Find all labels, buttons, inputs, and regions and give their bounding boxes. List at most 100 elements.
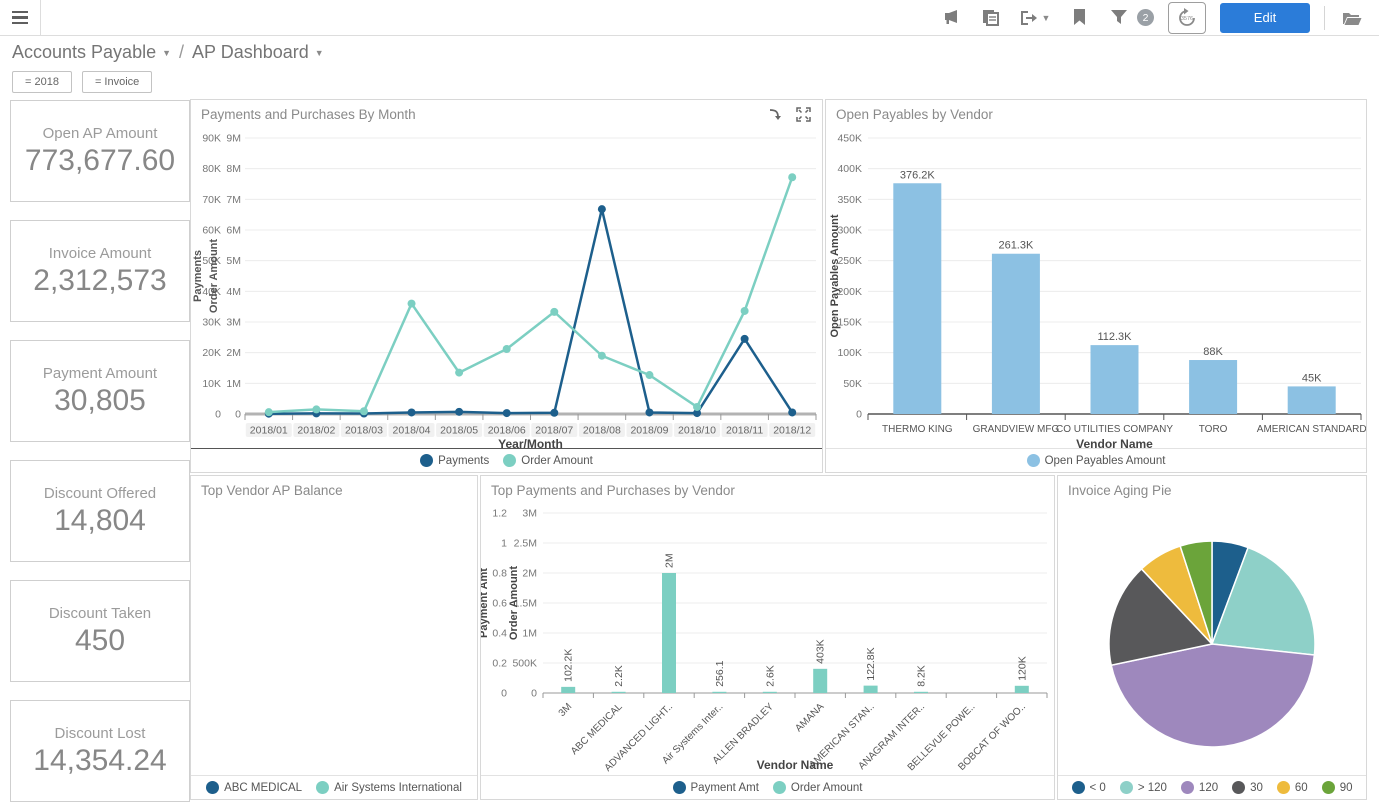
top-vendor-balance-chart[interactable] [191,504,477,775]
panel-top-vendor-balance: Top Vendor AP Balance ABC MEDICAL Air Sys… [190,475,478,800]
hamburger-menu-button[interactable] [0,0,41,35]
bookmark-icon[interactable] [1066,5,1092,31]
top-payments-vendor-chart[interactable]: 000.2500K0.41M0.61.5M0.82M12.5M1.23MPaym… [481,504,1054,775]
svg-text:88K: 88K [1203,346,1223,358]
svg-text:1: 1 [501,538,507,550]
payments-by-month-chart[interactable]: 0010K1M20K2M30K3M40K4M50K5M60K6M70K7M80K… [191,128,822,448]
svg-text:102.2K: 102.2K [563,649,575,682]
invoice-aging-legend-item[interactable]: > 120 [1120,781,1167,794]
megaphone-icon[interactable] [938,5,964,31]
invoice-aging-legend-item[interactable]: 60 [1277,781,1308,794]
svg-text:5M: 5M [226,255,241,267]
svg-text:122.8K: 122.8K [865,647,877,680]
invoice-aging-legend-item[interactable]: 30 [1232,781,1263,794]
open-payables-chart[interactable]: 050K100K150K200K250K300K350K400K450KOpen… [826,128,1366,448]
svg-text:1M: 1M [522,628,537,640]
breadcrumb-space-dropdown[interactable]: Accounts Payable ▼ [12,42,171,63]
legend-dot [673,781,686,794]
filter-icon[interactable] [1106,5,1132,31]
svg-text:2018/12: 2018/12 [773,425,811,437]
svg-text:0.8: 0.8 [492,568,507,580]
svg-text:Order Amount: Order Amount [508,566,520,640]
svg-text:376.2K: 376.2K [900,169,936,181]
invoice-aging-legend-item[interactable]: < 0 [1072,781,1106,794]
refresh-button[interactable]: 3576 [1168,2,1206,34]
svg-text:0: 0 [501,688,507,700]
export-icon[interactable]: ▼ [1018,5,1052,31]
svg-text:2.5M: 2.5M [514,538,537,550]
top-payments-vendor-legend-item[interactable]: Payment Amt [673,781,759,794]
payments-by-month-legend-item[interactable]: Payments [420,454,489,467]
top-vendor-balance-legend: ABC MEDICAL Air Systems International [191,775,477,799]
svg-text:3M: 3M [226,317,241,329]
invoice-aging-legend-item[interactable]: 120 [1181,781,1218,794]
svg-text:GRANDVIEW MFG: GRANDVIEW MFG [973,424,1060,435]
svg-text:ABC MEDICAL: ABC MEDICAL [569,701,625,757]
legend-dot [420,454,433,467]
svg-text:2018/07: 2018/07 [535,425,573,437]
filter-chip-year[interactable]: = 2018 [12,71,72,93]
svg-text:150K: 150K [837,317,862,329]
svg-text:1.2: 1.2 [492,508,507,520]
svg-text:120K: 120K [1016,656,1028,681]
svg-text:100K: 100K [837,347,862,359]
open-payables-legend: Open Payables Amount [826,448,1366,472]
svg-text:2M: 2M [522,568,537,580]
kpi-discount-offered: Discount Offered 14,804 [10,460,190,562]
panel-title: Top Vendor AP Balance [201,483,343,498]
legend-dot [1322,781,1335,794]
svg-text:200K: 200K [837,286,862,298]
chevron-down-icon: ▼ [315,48,324,58]
breadcrumb: Accounts Payable ▼ / AP Dashboard ▼ [12,42,324,63]
kpi-invoice-amount: Invoice Amount 2,312,573 [10,220,190,322]
payments-by-month-legend: Payments Order Amount [191,448,822,472]
svg-text:403K: 403K [815,639,827,664]
kpi-value: 30,805 [54,384,146,418]
svg-text:AMANA: AMANA [793,701,826,734]
legend-dot [773,781,786,794]
panel-title: Open Payables by Vendor [836,107,993,122]
refresh-count: 3576 [1181,16,1193,22]
svg-text:2018/03: 2018/03 [345,425,383,437]
drill-down-icon[interactable] [766,105,784,123]
svg-text:9M: 9M [226,133,241,145]
filter-chip-type[interactable]: = Invoice [82,71,152,93]
svg-text:7M: 7M [226,194,241,206]
svg-text:0.4: 0.4 [492,628,507,640]
invoice-aging-legend-item[interactable]: 90 [1322,781,1353,794]
svg-text:2M: 2M [664,553,676,568]
svg-text:8M: 8M [226,163,241,175]
legend-dot [1072,781,1085,794]
invoice-aging-pie-chart[interactable] [1058,504,1366,775]
svg-text:60K: 60K [202,225,221,237]
svg-text:0.2: 0.2 [492,658,507,670]
filter-count-badge: 2 [1137,9,1154,26]
kpi-label: Payment Amount [43,365,157,382]
payments-by-month-legend-item[interactable]: Order Amount [503,454,593,467]
svg-text:Open Payables Amount: Open Payables Amount [829,214,841,337]
breadcrumb-dashboard-label: AP Dashboard [192,42,309,63]
copy-pages-icon[interactable] [978,5,1004,31]
maximize-icon[interactable] [794,105,812,123]
legend-dot [316,781,329,794]
folder-icon[interactable] [1339,5,1365,31]
svg-text:Vendor Name: Vendor Name [1076,437,1153,448]
kpi-discount-lost: Discount Lost 14,354.24 [10,700,190,802]
svg-text:2018/04: 2018/04 [393,425,431,437]
svg-text:500K: 500K [512,658,537,670]
svg-text:TORO: TORO [1199,424,1228,435]
svg-text:2018/09: 2018/09 [630,425,668,437]
svg-text:0.6: 0.6 [492,598,507,610]
svg-text:2018/11: 2018/11 [726,425,763,437]
toolbar-divider [1324,6,1325,30]
top-payments-vendor-legend: Payment Amt Order Amount [481,775,1054,799]
edit-button[interactable]: Edit [1220,3,1310,33]
top-vendor-balance-legend-item[interactable]: Air Systems International [316,781,462,794]
panel-title: Top Payments and Purchases by Vendor [491,483,735,498]
open-payables-legend-item[interactable]: Open Payables Amount [1027,454,1166,467]
top-vendor-balance-legend-item[interactable]: ABC MEDICAL [206,781,302,794]
top-payments-vendor-legend-item[interactable]: Order Amount [773,781,863,794]
legend-dot [503,454,516,467]
breadcrumb-dashboard-dropdown[interactable]: AP Dashboard ▼ [192,42,324,63]
svg-text:3M: 3M [522,508,537,520]
